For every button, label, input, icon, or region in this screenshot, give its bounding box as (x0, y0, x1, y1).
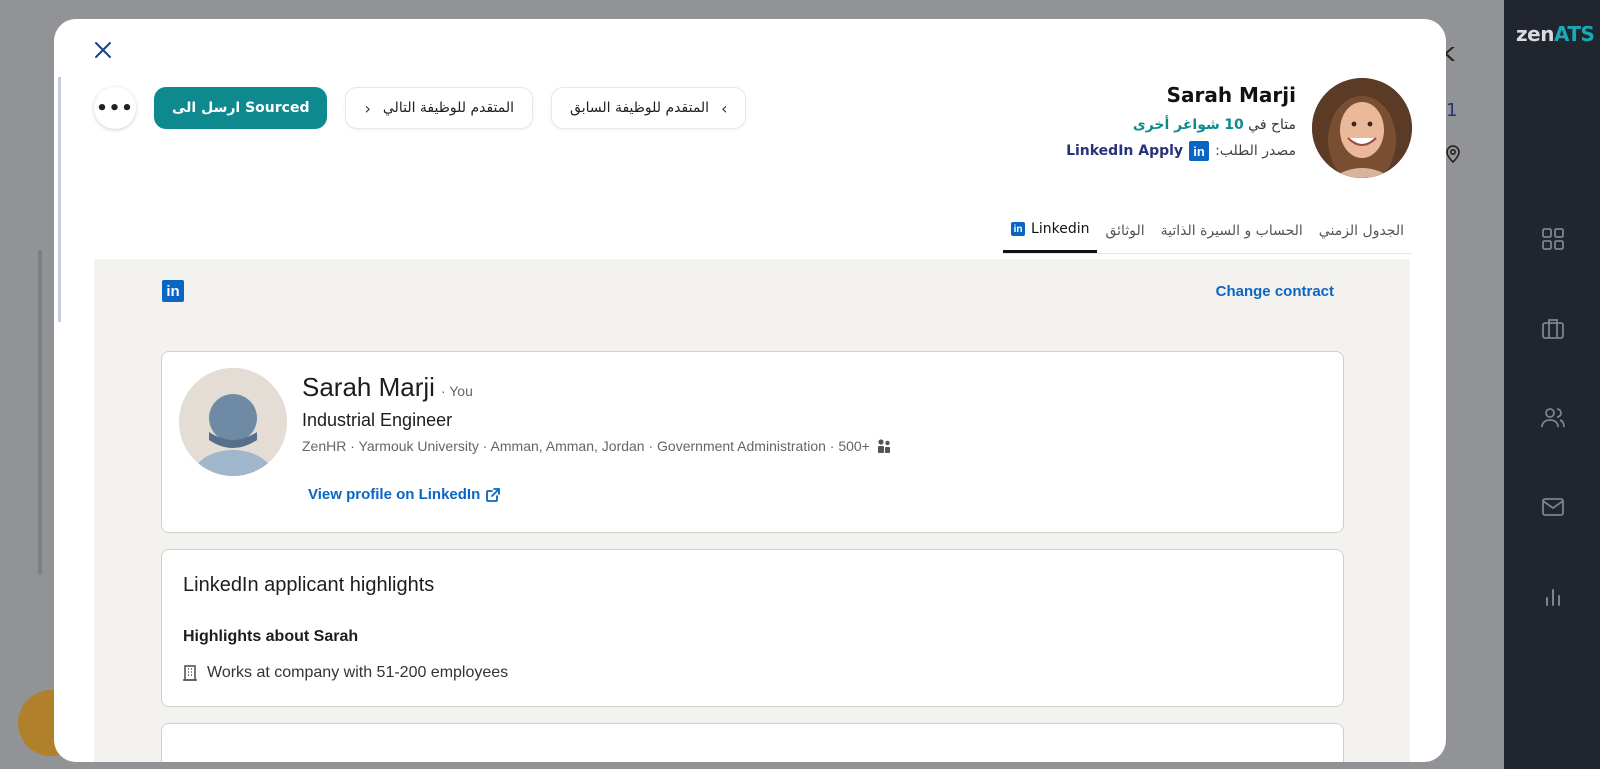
tab-account-cv[interactable]: الحساب و السيرة الذاتية (1153, 214, 1311, 253)
external-link-icon (486, 487, 501, 502)
tab-account-cv-label: الحساب و السيرة الذاتية (1160, 222, 1303, 239)
linkedin-panel: in Change contract Sarah Marji · You Indu… (94, 259, 1410, 762)
applicant-modal: ••• ارسل الى Sourced › المتقدم للوظيفة ا… (54, 19, 1446, 762)
header-actions: ••• ارسل الى Sourced › المتقدم للوظيفة ا… (94, 77, 747, 139)
tab-documents[interactable]: الوثائق (1097, 214, 1152, 253)
close-icon[interactable] (90, 37, 116, 63)
change-contract-link[interactable]: Change contract (1216, 283, 1334, 300)
highlight-item: Works at company with 51-200 employees (183, 664, 508, 682)
send-to-sourced-label: ارسل الى Sourced (172, 100, 310, 116)
availability-prefix: متاح في (1248, 117, 1296, 133)
candidate-avatar (1312, 78, 1412, 178)
app-sidebar: zenATS (1504, 0, 1600, 769)
dashboard-grid-icon[interactable] (1540, 226, 1566, 252)
background-scrollbar (38, 250, 42, 575)
person-silhouette-icon (179, 368, 287, 476)
profile-tabs: الجدول الزمني الحساب و السيرة الذاتية ال… (1003, 214, 1412, 254)
profile-headline: Industrial Engineer (302, 410, 453, 430)
highlight-item-text: Works at company with 51-200 employees (207, 664, 509, 681)
send-to-sourced-button[interactable]: ارسل الى Sourced (154, 87, 328, 129)
tab-timeline[interactable]: الجدول الزمني (1311, 214, 1412, 253)
next-applicant-button[interactable]: › المتقدم للوظيفة التالي (345, 87, 534, 129)
linkedin-icon: in (1189, 141, 1210, 161)
linkedin-icon: in (162, 280, 184, 302)
profile-meta-text: ZenHR · Yarmouk University · Amman, Amma… (302, 438, 870, 454)
people-icon[interactable] (1540, 405, 1566, 431)
view-profile-label: View profile on LinkedIn (308, 486, 481, 503)
logo-zen-text: zen (1516, 22, 1554, 46)
profile-name: Sarah Marji · You (302, 372, 473, 403)
connections-icon (877, 439, 890, 453)
chevron-right-icon: › (364, 98, 371, 118)
candidate-header: Sarah Marji متاح في 10 شواغر أخرى مصدر ا… (1066, 83, 1296, 161)
profile-meta: ZenHR · Yarmouk University · Amman, Amma… (302, 438, 892, 454)
profile-avatar-placeholder (179, 368, 287, 476)
previous-applicant-button[interactable]: المتقدم للوظيفة السابق ‹ (551, 87, 747, 129)
logo-ats-text: ATS (1553, 22, 1595, 46)
candidate-availability[interactable]: متاح في 10 شواغر أخرى (1066, 117, 1296, 133)
source-label: مصدر الطلب: (1215, 143, 1296, 159)
profile-name-text: Sarah Marji (302, 372, 435, 402)
briefcase-icon[interactable] (1540, 316, 1566, 342)
analytics-bars-icon[interactable] (1540, 585, 1566, 611)
candidate-photo (1312, 78, 1412, 178)
view-profile-link[interactable]: View profile on LinkedIn (308, 486, 501, 503)
location-pin-icon (1446, 145, 1460, 163)
availability-suffix: شواغر أخرى (1132, 117, 1220, 133)
candidate-name: Sarah Marji (1166, 83, 1296, 107)
availability-count: 10 (1224, 117, 1244, 133)
linkedin-icon: in (1011, 222, 1026, 236)
tab-documents-label: الوثائق (1105, 222, 1145, 239)
tab-linkedin[interactable]: in Linkedin (1003, 214, 1098, 253)
more-options-button[interactable]: ••• (94, 87, 136, 129)
previous-applicant-label: المتقدم للوظيفة السابق (570, 100, 710, 116)
next-section-card (161, 723, 1344, 762)
application-source: مصدر الطلب: in LinkedIn Apply (1066, 141, 1296, 161)
profile-you-badge: · You (440, 383, 473, 399)
linkedin-profile-card: Sarah Marji · You Industrial Engineer Zen… (161, 351, 1344, 533)
mail-icon[interactable] (1540, 494, 1566, 520)
tab-linkedin-label: Linkedin (1031, 221, 1090, 237)
highlights-title: LinkedIn applicant highlights (183, 574, 435, 596)
more-dots-icon: ••• (96, 97, 134, 119)
next-applicant-label: المتقدم للوظيفة التالي (382, 100, 515, 116)
source-value: LinkedIn Apply (1066, 143, 1184, 159)
highlights-subtitle: Highlights about Sarah (183, 628, 359, 645)
chevron-left-icon: ‹ (721, 98, 728, 118)
applicant-highlights-card: LinkedIn applicant highlights Highlights… (161, 549, 1344, 707)
zenats-logo[interactable]: zenATS (1516, 22, 1595, 46)
building-icon (183, 665, 197, 681)
tab-timeline-label: الجدول الزمني (1318, 222, 1404, 239)
modal-scroll-indicator (58, 77, 61, 322)
